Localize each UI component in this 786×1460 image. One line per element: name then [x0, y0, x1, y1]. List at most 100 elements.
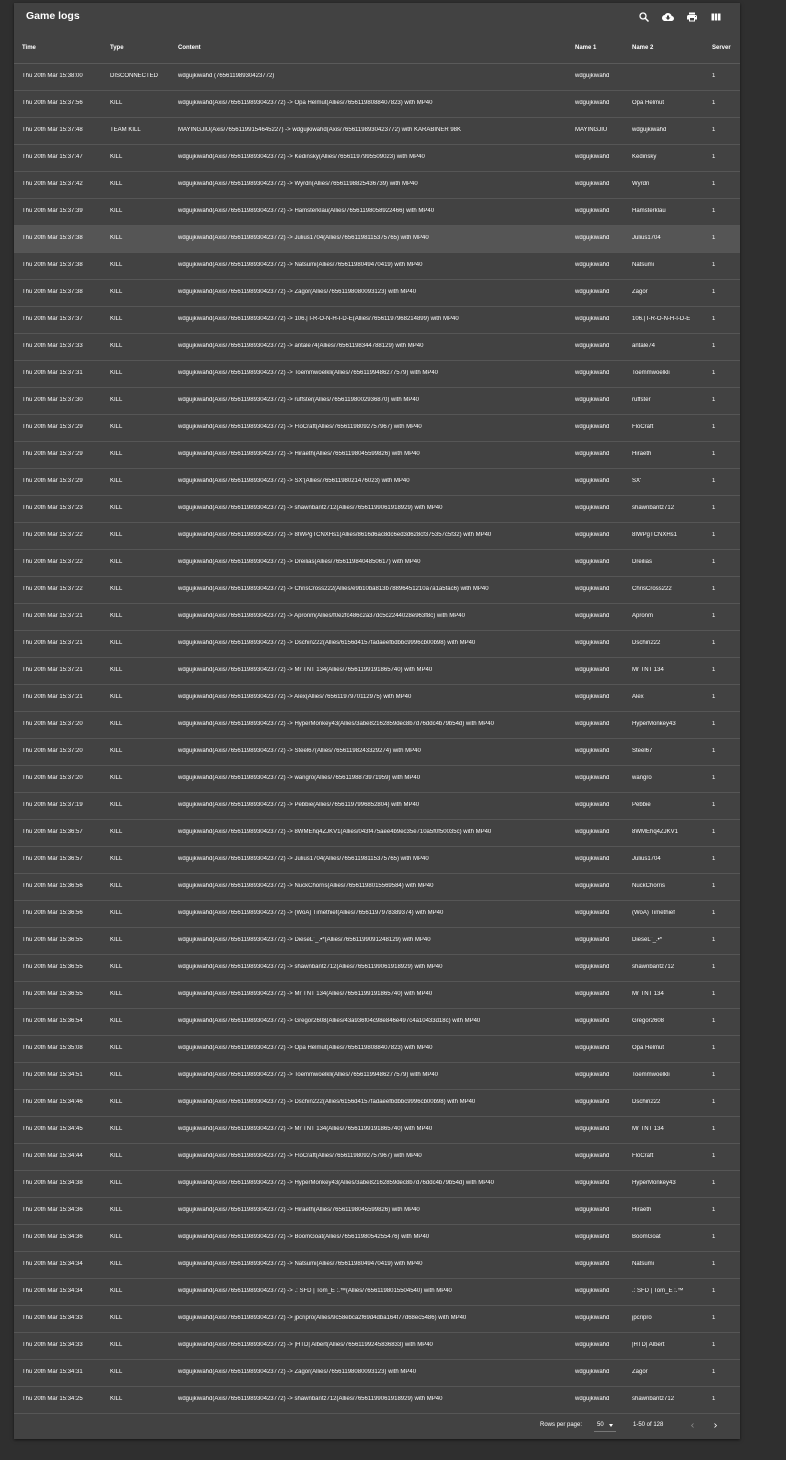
cell-server: 1	[712, 1018, 716, 1024]
cell-name2: ChrisCross222	[632, 586, 672, 592]
cell-name2: Alex	[632, 694, 644, 700]
cell-server: 1	[712, 1315, 716, 1321]
print-button[interactable]	[684, 9, 700, 25]
table-row[interactable]: Thu 20th Mar 15:37:30 KILL wdgujkiwahd(Axi…	[14, 388, 740, 415]
cell-name1: wdgujkiwahd	[575, 964, 610, 970]
cell-server: 1	[712, 883, 716, 889]
cell-time: Thu 20th Mar 15:35:08	[22, 1045, 83, 1051]
previous-page-button[interactable]	[685, 1418, 699, 1432]
column-header-type[interactable]: Type	[110, 45, 124, 51]
table-row[interactable]: Thu 20th Mar 15:34:44 KILL wdgujkiwahd(Axi…	[14, 1144, 740, 1171]
cell-server: 1	[712, 667, 716, 673]
cell-type: KILL	[110, 613, 123, 619]
table-row[interactable]: Thu 20th Mar 15:34:34 KILL wdgujkiwahd(Axi…	[14, 1279, 740, 1306]
search-button[interactable]	[636, 9, 652, 25]
cell-server: 1	[712, 208, 716, 214]
table-row[interactable]: Thu 20th Mar 15:37:22 KILL wdgujkiwahd(Axi…	[14, 550, 740, 577]
table-row[interactable]: Thu 20th Mar 15:36:55 KILL wdgujkiwahd(Axi…	[14, 982, 740, 1009]
table-row[interactable]: Thu 20th Mar 15:34:38 KILL wdgujkiwahd(Axi…	[14, 1171, 740, 1198]
cell-name1: wdgujkiwahd	[575, 1207, 610, 1213]
table-row[interactable]: Thu 20th Mar 15:37:29 KILL wdgujkiwahd(Axi…	[14, 442, 740, 469]
table-row[interactable]: Thu 20th Mar 15:37:22 KILL wdgujkiwahd(Axi…	[14, 577, 740, 604]
cell-type: KILL	[110, 1261, 123, 1267]
table-row[interactable]: Thu 20th Mar 15:37:38 KILL wdgujkiwahd(Axi…	[14, 226, 740, 253]
table-row[interactable]: Thu 20th Mar 15:34:45 KILL wdgujkiwahd(Axi…	[14, 1117, 740, 1144]
table-row[interactable]: Thu 20th Mar 15:37:21 KILL wdgujkiwahd(Axi…	[14, 604, 740, 631]
cell-time: Thu 20th Mar 15:37:29	[22, 424, 83, 430]
table-row[interactable]: Thu 20th Mar 15:37:22 KILL wdgujkiwahd(Axi…	[14, 523, 740, 550]
table-row[interactable]: Thu 20th Mar 15:36:55 KILL wdgujkiwahd(Axi…	[14, 955, 740, 982]
column-header-name1[interactable]: Name 1	[575, 45, 596, 51]
view-columns-button[interactable]	[708, 9, 724, 25]
table-row[interactable]: Thu 20th Mar 15:37:47 KILL wdgujkiwahd(Axi…	[14, 145, 740, 172]
cell-time: Thu 20th Mar 15:37:20	[22, 721, 83, 727]
table-row[interactable]: Thu 20th Mar 15:34:36 KILL wdgujkiwahd(Axi…	[14, 1198, 740, 1225]
table-row[interactable]: Thu 20th Mar 15:37:21 KILL wdgujkiwahd(Axi…	[14, 685, 740, 712]
table-row[interactable]: Thu 20th Mar 15:34:33 KILL wdgujkiwahd(Axi…	[14, 1333, 740, 1360]
cell-type: KILL	[110, 586, 123, 592]
cell-content: wdgujkiwahd(Axis/76561198930423772) -> F…	[178, 1153, 422, 1159]
table-row[interactable]: Thu 20th Mar 15:37:29 KILL wdgujkiwahd(Axi…	[14, 415, 740, 442]
table-row[interactable]: Thu 20th Mar 15:36:56 KILL wdgujkiwahd(Axi…	[14, 874, 740, 901]
table-row[interactable]: Thu 20th Mar 15:37:56 KILL wdgujkiwahd(Axi…	[14, 91, 740, 118]
table-row[interactable]: Thu 20th Mar 15:34:46 KILL wdgujkiwahd(Axi…	[14, 1090, 740, 1117]
cell-server: 1	[712, 451, 716, 457]
table-row[interactable]: Thu 20th Mar 15:37:21 KILL wdgujkiwahd(Axi…	[14, 631, 740, 658]
table-row[interactable]: Thu 20th Mar 15:38:00 DISCONNECTED wdgujki…	[14, 64, 740, 91]
table-row[interactable]: Thu 20th Mar 15:34:31 KILL wdgujkiwahd(Axi…	[14, 1360, 740, 1387]
table-row[interactable]: Thu 20th Mar 15:34:25 KILL wdgujkiwahd(Axi…	[14, 1387, 740, 1414]
rows-per-page-select[interactable]: 50	[594, 1418, 616, 1432]
cell-content: wdgujkiwahd(Axis/76561198930423772) -> s…	[178, 505, 443, 511]
column-header-server[interactable]: Server	[712, 45, 731, 51]
table-row[interactable]: Thu 20th Mar 15:36:57 KILL wdgujkiwahd(Axi…	[14, 847, 740, 874]
table-row[interactable]: Thu 20th Mar 15:34:33 KILL wdgujkiwahd(Axi…	[14, 1306, 740, 1333]
table-row[interactable]: Thu 20th Mar 15:37:38 KILL wdgujkiwahd(Axi…	[14, 280, 740, 307]
cell-server: 1	[712, 478, 716, 484]
table-row[interactable]: Thu 20th Mar 15:34:36 KILL wdgujkiwahd(Axi…	[14, 1225, 740, 1252]
table-row[interactable]: Thu 20th Mar 15:37:23 KILL wdgujkiwahd(Axi…	[14, 496, 740, 523]
next-page-button[interactable]	[708, 1418, 722, 1432]
column-header-time[interactable]: Time	[22, 45, 36, 51]
cell-content: wdgujkiwahd(Axis/76561198930423772) -> j…	[178, 1315, 467, 1321]
table-row[interactable]: Thu 20th Mar 15:37:21 KILL wdgujkiwahd(Axi…	[14, 658, 740, 685]
table-row[interactable]: Thu 20th Mar 15:37:42 KILL wdgujkiwahd(Axi…	[14, 172, 740, 199]
cell-name2: HyperMonkey43	[632, 1180, 676, 1186]
cell-name1: wdgujkiwahd	[575, 694, 610, 700]
cell-type: KILL	[110, 667, 123, 673]
cell-time: Thu 20th Mar 15:37:21	[22, 667, 83, 673]
cell-content: wdgujkiwahd(Axis/76561198930423772) -> H…	[178, 208, 435, 214]
table-row[interactable]: Thu 20th Mar 15:37:39 KILL wdgujkiwahd(Axi…	[14, 199, 740, 226]
cell-server: 1	[712, 505, 716, 511]
table-row[interactable]: Thu 20th Mar 15:37:29 KILL wdgujkiwahd(Axi…	[14, 469, 740, 496]
cell-name2: BoomGoat	[632, 1234, 661, 1240]
cell-name1: wdgujkiwahd	[575, 721, 610, 727]
cell-server: 1	[712, 586, 716, 592]
table-row[interactable]: Thu 20th Mar 15:36:54 KILL wdgujkiwahd(Axi…	[14, 1009, 740, 1036]
cell-type: KILL	[110, 694, 123, 700]
table-row[interactable]: Thu 20th Mar 15:37:19 KILL wdgujkiwahd(Axi…	[14, 793, 740, 820]
table-row[interactable]: Thu 20th Mar 15:37:20 KILL wdgujkiwahd(Axi…	[14, 739, 740, 766]
table-row[interactable]: Thu 20th Mar 15:34:34 KILL wdgujkiwahd(Axi…	[14, 1252, 740, 1279]
cell-server: 1	[712, 127, 716, 133]
table-row[interactable]: Thu 20th Mar 15:37:37 KILL wdgujkiwahd(Axi…	[14, 307, 740, 334]
download-csv-button[interactable]	[660, 9, 676, 25]
cell-time: Thu 20th Mar 15:37:29	[22, 478, 83, 484]
table-row[interactable]: Thu 20th Mar 15:37:31 KILL wdgujkiwahd(Axi…	[14, 361, 740, 388]
table-row[interactable]: Thu 20th Mar 15:37:20 KILL wdgujkiwahd(Axi…	[14, 712, 740, 739]
table-row[interactable]: Thu 20th Mar 15:36:56 KILL wdgujkiwahd(Axi…	[14, 901, 740, 928]
table-row[interactable]: Thu 20th Mar 15:37:38 KILL wdgujkiwahd(Axi…	[14, 253, 740, 280]
table-row[interactable]: Thu 20th Mar 15:37:20 KILL wdgujkiwahd(Axi…	[14, 766, 740, 793]
table-row[interactable]: Thu 20th Mar 15:34:51 KILL wdgujkiwahd(Axi…	[14, 1063, 740, 1090]
cell-content: MAYINGJIU(Axis/76561199154645227) -> wdg…	[178, 127, 461, 133]
table-row[interactable]: Thu 20th Mar 15:36:57 KILL wdgujkiwahd(Axi…	[14, 820, 740, 847]
table-row[interactable]: Thu 20th Mar 15:36:55 KILL wdgujkiwahd(Axi…	[14, 928, 740, 955]
cell-name2: 8IWPgTCNXHs1	[632, 532, 678, 538]
table-row[interactable]: Thu 20th Mar 15:37:48 TEAM KILL MAYINGJIU(…	[14, 118, 740, 145]
table-row[interactable]: Thu 20th Mar 15:35:08 KILL wdgujkiwahd(Axi…	[14, 1036, 740, 1063]
cell-name1: wdgujkiwahd	[575, 829, 610, 835]
column-header-content[interactable]: Content	[178, 45, 201, 51]
column-header-name2[interactable]: Name 2	[632, 45, 653, 51]
cell-name1: wdgujkiwahd	[575, 289, 610, 295]
cell-server: 1	[712, 721, 716, 727]
table-row[interactable]: Thu 20th Mar 15:37:33 KILL wdgujkiwahd(Axi…	[14, 334, 740, 361]
